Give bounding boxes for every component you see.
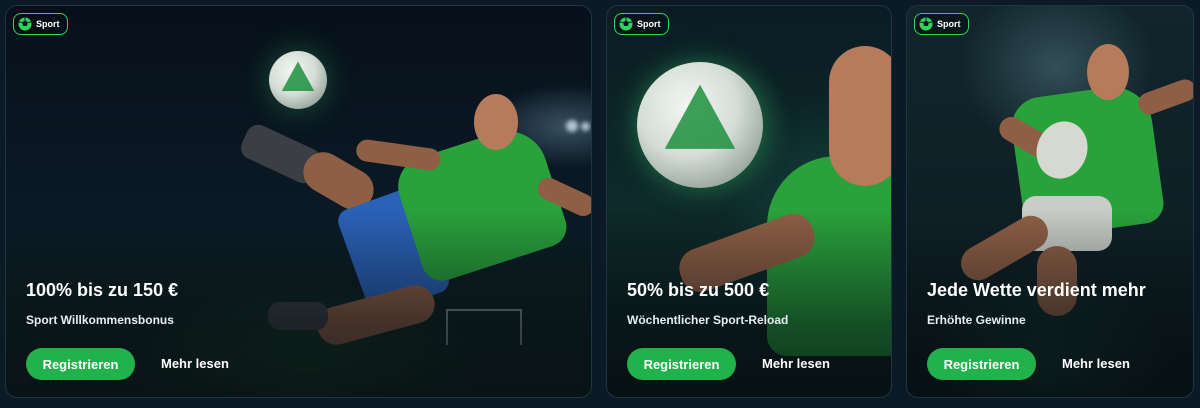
read-more-link[interactable]: Mehr lesen [762, 356, 830, 371]
soccer-ball-icon [919, 17, 933, 31]
promo-subtitle: Wöchentlicher Sport-Reload [627, 313, 789, 327]
promo-subtitle: Sport Willkommensbonus [26, 313, 174, 327]
promo-title: 100% bis zu 150 € [26, 280, 179, 300]
soccer-ball-icon [18, 17, 32, 31]
register-button[interactable]: Registrieren [627, 348, 736, 380]
sport-badge: Sport [914, 13, 969, 35]
badge-label: Sport [637, 19, 661, 29]
promo-image-soccer-player-closeup [607, 6, 891, 397]
read-more-link[interactable]: Mehr lesen [161, 356, 229, 371]
badge-label: Sport [36, 19, 60, 29]
promo-title: Jede Wette verdient mehr [927, 280, 1146, 300]
promo-image-rugby-player [907, 6, 1193, 397]
promo-card-sport-reload[interactable]: Sport 50% bis zu 500 € Wöchentlicher Spo… [606, 5, 892, 398]
sport-badge: Sport [13, 13, 68, 35]
badge-label: Sport [937, 19, 961, 29]
soccer-ball-icon [619, 17, 633, 31]
register-button[interactable]: Registrieren [927, 348, 1036, 380]
promo-card-boosted-winnings[interactable]: Sport Jede Wette verdient mehr Erhöhte G… [906, 5, 1194, 398]
promo-card-welcome-bonus[interactable]: Sport 100% bis zu 150 € Sport Willkommen… [5, 5, 592, 398]
promo-subtitle: Erhöhte Gewinne [927, 313, 1026, 327]
read-more-link[interactable]: Mehr lesen [1062, 356, 1130, 371]
promo-title: 50% bis zu 500 € [627, 280, 770, 300]
register-button[interactable]: Registrieren [26, 348, 135, 380]
promo-image-soccer-player [6, 6, 591, 397]
sport-badge: Sport [614, 13, 669, 35]
